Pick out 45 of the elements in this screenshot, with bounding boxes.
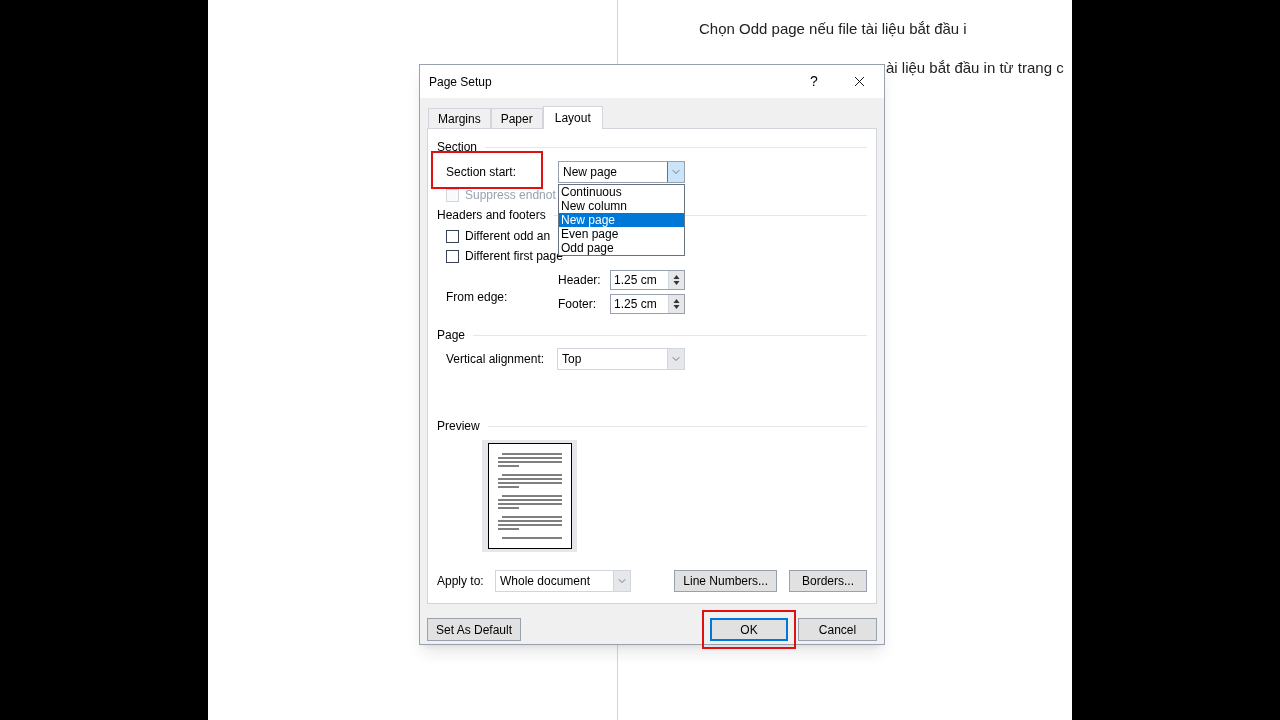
dropdown-option[interactable]: Even page	[559, 227, 684, 241]
up-down-arrows-icon	[673, 274, 680, 286]
help-button[interactable]: ?	[794, 66, 834, 97]
checkbox[interactable]	[446, 249, 459, 263]
group-heading: Preview	[437, 418, 480, 435]
spinner-label: Footer:	[558, 296, 597, 313]
window-title: Page Setup	[429, 73, 493, 91]
dialog-button[interactable]: Set As Default	[427, 618, 522, 641]
dropdown-option[interactable]: New page	[559, 213, 684, 227]
dropdown[interactable]: Whole document	[495, 570, 631, 592]
spin-field[interactable]: 1.25 cm	[610, 294, 685, 314]
spin-field[interactable]: 1.25 cm	[610, 270, 685, 290]
dropdown[interactable]: New page	[558, 161, 685, 183]
field-label: Vertical alignment:	[446, 351, 546, 368]
group-heading: Page	[437, 327, 466, 344]
spin-arrows[interactable]	[668, 271, 684, 289]
field-label: From edge:	[446, 289, 509, 306]
dialog-button[interactable]: Cancel	[798, 618, 877, 641]
tab[interactable]: Margins	[428, 108, 491, 128]
group-heading: Section	[437, 139, 478, 156]
up-down-arrows-icon	[673, 298, 680, 310]
checkbox[interactable]	[446, 229, 459, 243]
dropdown-value: Whole document	[499, 573, 592, 590]
dialog-button[interactable]: Line Numbers...	[674, 570, 777, 592]
dropdown-option[interactable]: Odd page	[559, 241, 684, 255]
dialog-button[interactable]: Borders...	[789, 570, 867, 592]
spinner-label: Header:	[558, 272, 602, 289]
spin-value: 1.25 cm	[613, 296, 658, 313]
dropdown-value: Top	[561, 351, 583, 368]
dropdown-option[interactable]: Continuous	[559, 185, 684, 199]
dropdown[interactable]: Top	[557, 348, 685, 370]
dialog-button[interactable]: OK	[710, 618, 788, 641]
spin-value: 1.25 cm	[613, 272, 658, 289]
tab[interactable]: Paper	[490, 108, 543, 128]
checkbox-label: Suppress endnot	[465, 187, 556, 204]
field-label: Apply to:	[437, 573, 485, 590]
document-text: Chọn Odd page nếu file tài liệu bắt đầu i	[699, 19, 968, 39]
field-label: Section start:	[446, 164, 518, 181]
group-heading: Headers and footers	[437, 207, 546, 224]
dropdown-option[interactable]: New column	[559, 199, 684, 213]
checkbox-label: Different odd an	[465, 228, 551, 245]
tab[interactable]: Layout	[542, 106, 603, 129]
dropdown-value: New page	[562, 164, 619, 181]
document-text: ài liệu bắt đầu in từ trang c	[885, 57, 1064, 78]
spin-arrows[interactable]	[668, 295, 684, 313]
